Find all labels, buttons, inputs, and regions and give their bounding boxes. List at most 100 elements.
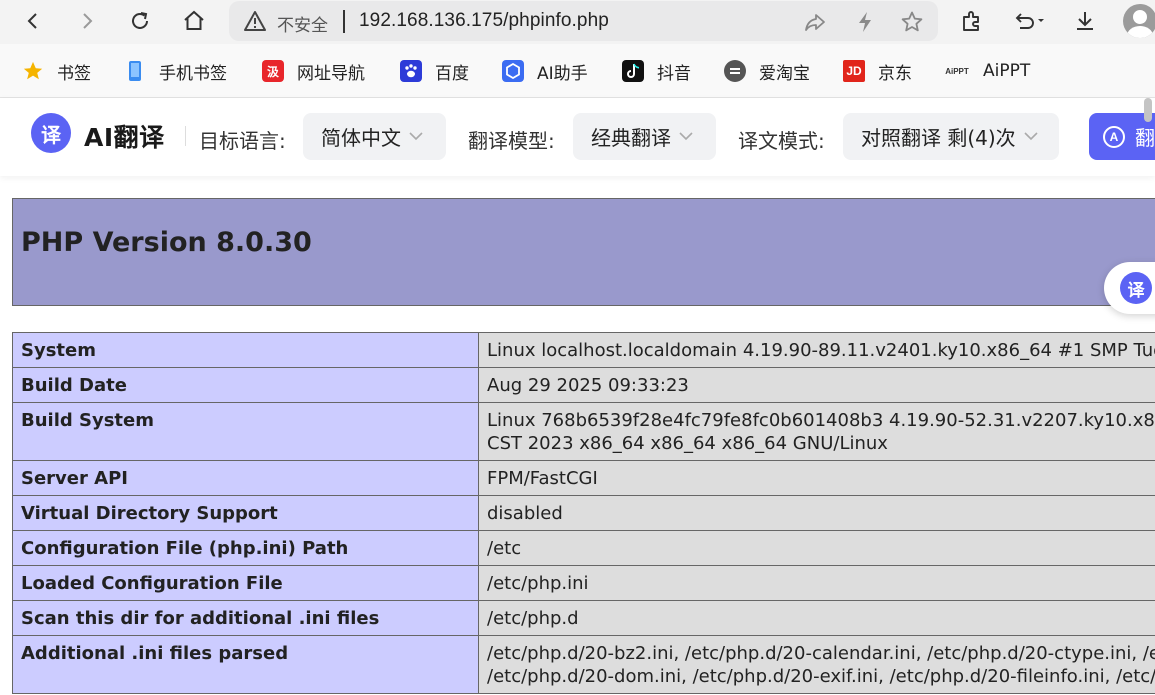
row-value-line: /etc: [487, 538, 522, 559]
translate-a-icon: A: [1103, 125, 1125, 148]
row-key: System: [12, 332, 479, 368]
toolbar-divider: [185, 126, 186, 146]
chevron-down-icon: [679, 129, 693, 145]
floating-translate-button[interactable]: 译: [1104, 262, 1155, 314]
star-icon: [22, 60, 44, 82]
row-key: Server API: [12, 460, 479, 496]
address-separator: [343, 10, 345, 33]
table-row: Server API FPM/FastCGI: [12, 460, 1155, 496]
model-label: 翻译模型:: [468, 129, 555, 153]
target-language-select[interactable]: 简体中文: [303, 113, 446, 160]
row-value-line: /etc/php.ini: [487, 573, 589, 594]
address-bar[interactable]: 不安全 192.168.136.175/phpinfo.php: [229, 1, 938, 41]
forward-icon[interactable]: [72, 6, 102, 36]
tiktok-icon: [622, 60, 644, 82]
reload-icon[interactable]: [125, 6, 155, 36]
table-row: Scan this dir for additional .ini files /…: [12, 600, 1155, 636]
row-value: disabled: [478, 495, 1155, 531]
scrollbar-thumb[interactable]: [1144, 98, 1152, 122]
bookmark-label: AiPPT: [983, 61, 1031, 81]
extensions-icon[interactable]: [957, 6, 987, 36]
bookmark-label: 百度: [435, 63, 469, 84]
bookmark-item-ai-assistant[interactable]: AI助手: [502, 59, 588, 84]
row-key: Additional .ini files parsed: [12, 635, 479, 694]
mode-select[interactable]: 对照翻译 剩(4)次: [843, 113, 1059, 160]
download-icon[interactable]: [1070, 6, 1100, 36]
row-value-line: Linux 768b6539f28e4fc79fe8fc0b601408b3 4…: [487, 410, 1155, 431]
row-key: Build Date: [12, 367, 479, 403]
row-value: FPM/FastCGI: [478, 460, 1155, 496]
chevron-down-icon: [409, 129, 423, 145]
warning-icon[interactable]: [243, 10, 267, 36]
translate-float-icon: 译: [1120, 272, 1152, 304]
bookmark-label: AI助手: [537, 63, 588, 84]
page-title: PHP Version 8.0.30: [21, 227, 312, 258]
row-value: /etc/php.d: [478, 600, 1155, 636]
undo-icon[interactable]: [1010, 6, 1050, 36]
row-value-line: /etc/php.d/20-bz2.ini, /etc/php.d/20-cal…: [487, 643, 1155, 664]
aitaobao-icon: [724, 60, 746, 82]
row-value: Linux localhost.localdomain 4.19.90-89.1…: [478, 332, 1155, 368]
row-key: Virtual Directory Support: [12, 495, 479, 531]
bookmark-item-aitaobao[interactable]: 爱淘宝: [724, 59, 810, 84]
browser-toolbar: 不安全 192.168.136.175/phpinfo.php: [0, 0, 1155, 44]
row-value: /etc/php.d/20-bz2.ini, /etc/php.d/20-cal…: [478, 635, 1155, 694]
row-value-line: /etc/php.d/20-dom.ini, /etc/php.d/20-exi…: [487, 666, 1155, 687]
table-row: Build Date Aug 29 2025 09:33:23: [12, 367, 1155, 403]
baidu-paw-icon: [400, 60, 422, 82]
phone-icon: [124, 60, 146, 82]
bookmark-label: 手机书签: [159, 63, 227, 84]
table-row: Configuration File (php.ini) Path/etc: [12, 530, 1155, 566]
bookmark-label: 网址导航: [297, 63, 365, 84]
bookmarks-bar: 书签 手机书签 汲 网址导航 百度 AI助手 抖音 爱淘宝 JD 京东 AiPP…: [0, 44, 1155, 98]
table-row: Loaded Configuration File/etc/php.ini: [12, 565, 1155, 601]
bookmark-item-mobile[interactable]: 手机书签: [124, 59, 227, 84]
table-row: Build System Linux 768b6539f28e4fc79fe8fc…: [12, 402, 1155, 461]
mode-value: 对照翻译 剩(4)次: [861, 126, 1016, 150]
row-value: /etc/php.ini: [478, 565, 1155, 601]
bookmark-item-baidu[interactable]: 百度: [400, 59, 469, 84]
aippt-icon: AiPPT: [945, 66, 969, 76]
row-value: Aug 29 2025 09:33:23: [478, 367, 1155, 403]
table-row: System Linux localhost.localdomain 4.19.9…: [12, 332, 1155, 368]
bookmark-label: 爱淘宝: [759, 63, 810, 84]
translate-logo-icon: 译: [31, 113, 71, 153]
translate-button-label: 翻: [1135, 126, 1155, 150]
row-value-line: Aug 29 2025 09:33:23: [487, 375, 689, 396]
row-value-line: Linux localhost.localdomain 4.19.90-89.1…: [487, 340, 1155, 361]
bookmark-label: 京东: [878, 63, 912, 84]
ai-translate-toolbar: 译 AI翻译 目标语言: 简体中文 翻译模型: 经典翻译 译文模式: 对照翻译 …: [0, 98, 1155, 176]
target-language-label: 目标语言:: [199, 129, 286, 153]
row-value-line: disabled: [487, 503, 563, 524]
home-icon[interactable]: [179, 6, 209, 36]
insecure-label[interactable]: 不安全: [277, 11, 328, 36]
bookmark-item-jd[interactable]: JD 京东: [843, 59, 912, 84]
row-value: /etc: [478, 530, 1155, 566]
bookmark-label: 抖音: [657, 63, 691, 84]
bookmark-item-hao[interactable]: 汲 网址导航: [262, 59, 365, 84]
php-version-header: PHP Version 8.0.30: [12, 198, 1155, 306]
row-key: Configuration File (php.ini) Path: [12, 530, 479, 566]
phpinfo-table: System Linux localhost.localdomain 4.19.9…: [12, 332, 1155, 694]
url-text[interactable]: 192.168.136.175/phpinfo.php: [359, 10, 609, 32]
bookmark-label: 书签: [57, 63, 91, 84]
target-language-value: 简体中文: [321, 126, 401, 150]
star-icon[interactable]: [899, 9, 925, 35]
row-key: Scan this dir for additional .ini files: [12, 600, 479, 636]
bookmark-item-shuqian[interactable]: 书签: [22, 59, 91, 84]
row-value: Linux 768b6539f28e4fc79fe8fc0b601408b3 4…: [478, 402, 1155, 461]
table-row: Virtual Directory Support disabled: [12, 495, 1155, 531]
model-select[interactable]: 经典翻译: [573, 113, 716, 160]
row-value-line: /etc/php.d: [487, 608, 579, 629]
row-key: Loaded Configuration File: [12, 565, 479, 601]
bookmark-item-aippt[interactable]: AiPPT AiPPT: [944, 59, 1030, 83]
chevron-down-icon: [1024, 129, 1038, 145]
profile-icon[interactable]: [1123, 4, 1155, 38]
hao-icon: 汲: [262, 60, 284, 82]
jd-icon: JD: [843, 60, 865, 82]
share-icon[interactable]: [802, 9, 828, 35]
model-value: 经典翻译: [591, 126, 671, 150]
back-icon[interactable]: [18, 6, 48, 36]
lightning-icon[interactable]: [852, 9, 878, 35]
bookmark-item-douyin[interactable]: 抖音: [622, 59, 691, 84]
